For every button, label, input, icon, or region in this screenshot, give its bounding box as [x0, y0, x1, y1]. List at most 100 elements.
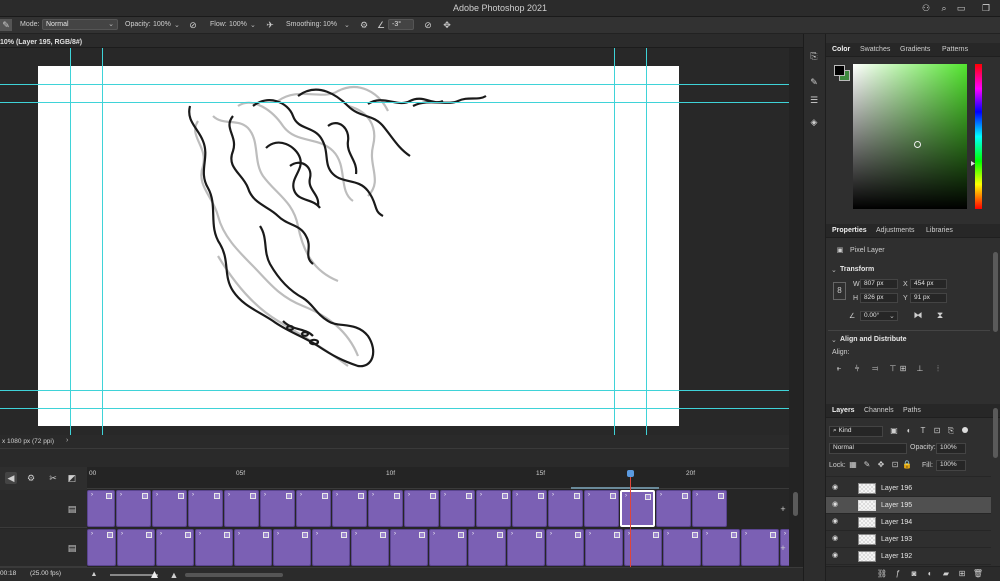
timeline-clip[interactable]: › [296, 490, 331, 527]
filter-shape-icon[interactable]: ⊡ [931, 425, 943, 437]
flip-horizontal-icon[interactable]: ⧓ [912, 309, 924, 321]
tab-adjustments[interactable]: Adjustments [876, 227, 915, 234]
timeline-clip[interactable]: › [440, 490, 475, 527]
tab-swatches[interactable]: Swatches [860, 46, 890, 53]
timeline-clip[interactable]: › [156, 529, 194, 566]
symmetry-icon[interactable]: ✥ [441, 19, 453, 31]
filter-adjustment-icon[interactable]: ◐ [903, 425, 915, 437]
distribute-icon[interactable]: ⦙ [932, 363, 944, 375]
timeline-clip[interactable]: › [663, 529, 701, 566]
smoothing-chevron-icon[interactable]: ⌄ [344, 21, 350, 29]
eye-icon[interactable]: ◉ [832, 518, 841, 526]
adjustment-layer-icon[interactable]: ◐ [924, 568, 936, 580]
foreground-color-swatch[interactable] [834, 65, 845, 76]
timeline-horizontal-scroll[interactable] [185, 573, 283, 577]
filter-toggle-icon[interactable] [962, 427, 968, 433]
search-icon[interactable]: ⌕ [938, 2, 950, 14]
timeline-clip[interactable]: › [656, 490, 691, 527]
artboard[interactable] [38, 66, 679, 426]
tab-properties[interactable]: Properties [832, 227, 867, 234]
blend-mode-select[interactable]: Normal [829, 443, 907, 454]
collapse-chevron-icon[interactable]: ⌄ [831, 336, 837, 344]
timeline-ruler[interactable] [87, 467, 790, 489]
lock-position-icon[interactable]: ✥ [875, 459, 887, 471]
layer-row[interactable]: ◉ Layer 196 [826, 480, 991, 497]
history-icon[interactable]: ⎘ [808, 50, 820, 62]
gear-icon[interactable]: ⚙ [358, 19, 370, 31]
scrollbar-thumb[interactable] [793, 492, 798, 516]
zoom-in-icon[interactable]: ▲ [168, 569, 180, 581]
filter-type-icon[interactable]: T [917, 425, 929, 437]
timeline-clip[interactable]: › [87, 529, 116, 566]
layer-row-selected[interactable]: ◉ Layer 195 [826, 497, 991, 514]
adjust-icon[interactable]: ☰ [808, 94, 820, 106]
workspace-icon[interactable]: ▭ [955, 2, 967, 14]
eye-icon[interactable]: ◉ [832, 552, 841, 560]
share-icon[interactable]: ⚇ [920, 2, 932, 14]
split-scissors-icon[interactable]: ✂ [47, 472, 59, 484]
fill-field[interactable]: 100% [936, 460, 966, 471]
timeline-clip[interactable]: › [548, 490, 583, 527]
document-tab[interactable]: 10% (Layer 195, RGB/8#) [0, 39, 82, 46]
align-bottom-icon[interactable]: ⊥ [914, 363, 926, 375]
timeline-clip[interactable]: › [702, 529, 740, 566]
layer-row[interactable]: ◉ Layer 194 [826, 514, 991, 531]
lock-transparency-icon[interactable]: ▦ [847, 459, 859, 471]
timeline-clip[interactable]: › [152, 490, 187, 527]
timeline-clip[interactable]: › [546, 529, 584, 566]
timeline-clip[interactable]: › [195, 529, 233, 566]
timeline-clip[interactable]: › [620, 490, 655, 527]
timeline-clip[interactable]: › [351, 529, 389, 566]
properties-scrollbar[interactable] [993, 252, 998, 332]
timeline-clip[interactable]: › [368, 490, 403, 527]
layer-filter-select[interactable]: ⌕ Kind [829, 426, 883, 437]
work-area-bar[interactable] [571, 487, 659, 489]
timeline-clip[interactable]: › [512, 490, 547, 527]
fx-icon[interactable]: ƒ [892, 568, 904, 580]
brush-tool-icon[interactable]: ✎ [0, 19, 12, 31]
layers-scrollbar[interactable] [993, 408, 998, 458]
rotation-chevron-icon[interactable]: ⌄ [889, 312, 895, 320]
tab-gradients[interactable]: Gradients [900, 46, 930, 53]
trash-icon[interactable]: 🗑 [972, 568, 984, 580]
lock-artboard-icon[interactable]: ⊡ [889, 459, 901, 471]
lock-all-icon[interactable]: 🔒 [901, 459, 913, 471]
filmstrip-icon[interactable]: ▤ [66, 542, 78, 554]
smoothing-value[interactable]: 10% [323, 21, 337, 28]
align-middle-icon[interactable]: ⊞ [897, 363, 909, 375]
flip-vertical-icon[interactable]: ⧗ [934, 309, 946, 321]
zoom-out-icon[interactable]: ▲ [88, 569, 100, 581]
zoom-slider[interactable] [110, 574, 158, 576]
filter-pixel-icon[interactable]: ▣ [888, 425, 900, 437]
timeline-clip[interactable]: › [224, 490, 259, 527]
timeline-clip[interactable]: › [117, 529, 155, 566]
opacity-value[interactable]: 100% [153, 21, 171, 28]
eye-icon[interactable]: ◉ [832, 535, 841, 543]
new-layer-icon[interactable]: ⊞ [956, 568, 968, 580]
flow-value[interactable]: 100% [229, 21, 247, 28]
new-group-icon[interactable]: ▰ [940, 568, 952, 580]
timeline-clip[interactable]: › [116, 490, 151, 527]
3d-cube-icon[interactable]: ◈ [808, 116, 820, 128]
timeline-clip[interactable]: › [692, 490, 727, 527]
timeline-clip[interactable]: › [312, 529, 350, 566]
color-picker-field[interactable] [853, 64, 967, 209]
angle-input[interactable]: -3° [388, 19, 414, 30]
add-media-icon[interactable]: + [777, 503, 789, 515]
settings-gear-icon[interactable]: ⚙ [25, 472, 37, 484]
filter-smart-object-icon[interactable]: ⎘ [945, 425, 957, 437]
opacity-chevron-icon[interactable]: ⌄ [174, 21, 180, 29]
airbrush-icon[interactable]: ✈ [264, 19, 276, 31]
timeline-clip[interactable]: › [332, 490, 367, 527]
filmstrip-icon[interactable]: ▤ [66, 503, 78, 515]
layer-opacity-field[interactable]: 100% [936, 443, 966, 454]
timeline-clip[interactable]: › [404, 490, 439, 527]
tab-patterns[interactable]: Patterns [942, 46, 968, 53]
tab-libraries[interactable]: Libraries [926, 227, 953, 234]
tab-channels[interactable]: Channels [864, 407, 894, 414]
status-chevron-icon[interactable]: › [66, 437, 68, 444]
timeline-clip[interactable]: › [468, 529, 506, 566]
timeline-clip[interactable]: › [584, 490, 619, 527]
timeline-clip[interactable]: › [234, 529, 272, 566]
tab-paths[interactable]: Paths [903, 407, 921, 414]
